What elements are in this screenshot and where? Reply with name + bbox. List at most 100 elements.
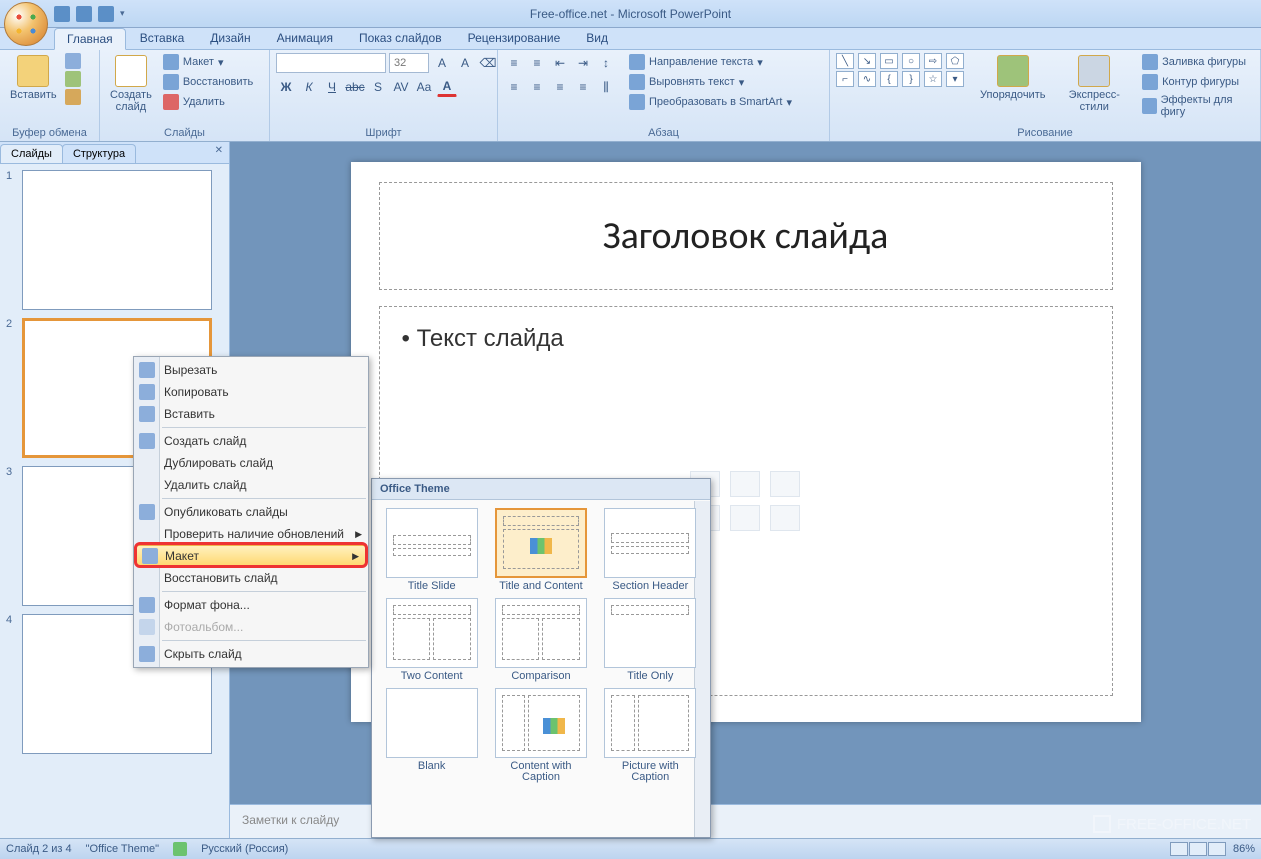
strike-button[interactable]: abc: [345, 77, 365, 97]
tab-design[interactable]: Дизайн: [198, 28, 262, 49]
insert-clipart-icon[interactable]: [730, 505, 760, 531]
normal-view-button[interactable]: [1170, 842, 1188, 856]
align-center-button[interactable]: ≡: [527, 77, 547, 97]
new-slide-button[interactable]: Создать слайд: [106, 53, 156, 115]
layout-option[interactable]: Two Content: [380, 598, 483, 682]
shadow-button[interactable]: S: [368, 77, 388, 97]
bold-button[interactable]: Ж: [276, 77, 296, 97]
clear-format-icon[interactable]: ⌫: [478, 53, 498, 73]
shapes-gallery[interactable]: ╲ ↘ ▭ ○ ⇨ ⬠ ⌐ ∿ { } ☆ ▾: [836, 53, 966, 87]
layout-option[interactable]: Comparison: [489, 598, 592, 682]
underline-button[interactable]: Ч: [322, 77, 342, 97]
save-icon[interactable]: [54, 6, 70, 22]
cut-icon[interactable]: [65, 53, 81, 69]
panel-close-icon[interactable]: ✕: [215, 145, 223, 156]
redo-icon[interactable]: [98, 6, 114, 22]
arrange-button[interactable]: Упорядочить: [976, 53, 1049, 103]
menu-hide-slide[interactable]: Скрыть слайд: [134, 643, 368, 665]
shrink-font-icon[interactable]: A: [455, 53, 475, 73]
menu-layout[interactable]: Макет▶: [136, 545, 366, 567]
shape-more-icon[interactable]: ⬠: [946, 53, 964, 69]
spellcheck-icon[interactable]: [173, 842, 187, 856]
zoom-level[interactable]: 86%: [1233, 843, 1255, 855]
shape-curve-icon[interactable]: ∿: [858, 71, 876, 87]
menu-duplicate[interactable]: Дублировать слайд: [134, 452, 368, 474]
tab-slideshow[interactable]: Показ слайдов: [347, 28, 454, 49]
char-spacing-button[interactable]: AV: [391, 77, 411, 97]
tab-insert[interactable]: Вставка: [128, 28, 197, 49]
office-button[interactable]: [4, 2, 48, 46]
format-painter-icon[interactable]: [65, 89, 81, 105]
insert-media-icon[interactable]: [770, 505, 800, 531]
italic-button[interactable]: К: [299, 77, 319, 97]
columns-button[interactable]: ⫼: [596, 77, 616, 97]
title-placeholder[interactable]: Заголовок слайда: [379, 182, 1113, 290]
shape-arrow-icon[interactable]: ↘: [858, 53, 876, 69]
justify-button[interactable]: ≡: [573, 77, 593, 97]
menu-publish[interactable]: Опубликовать слайды: [134, 501, 368, 523]
align-right-button[interactable]: ≡: [550, 77, 570, 97]
slides-tab[interactable]: Слайды: [0, 144, 63, 163]
font-size-dropdown[interactable]: 32: [389, 53, 429, 73]
shape-brace-icon[interactable]: {: [880, 71, 898, 87]
outline-tab[interactable]: Структура: [62, 144, 136, 163]
font-color-button[interactable]: A: [437, 77, 457, 97]
shape-fill-button[interactable]: Заливка фигуры: [1139, 53, 1254, 71]
slideshow-view-button[interactable]: [1208, 842, 1226, 856]
scrollbar[interactable]: [694, 501, 710, 837]
language[interactable]: Русский (Россия): [201, 843, 288, 855]
layout-option[interactable]: Title and Content: [489, 508, 592, 592]
tab-view[interactable]: Вид: [574, 28, 620, 49]
layout-option[interactable]: Picture with Caption: [599, 688, 702, 783]
layout-option[interactable]: Title Only: [599, 598, 702, 682]
menu-paste[interactable]: Вставить: [134, 403, 368, 425]
reset-button[interactable]: Восстановить: [160, 73, 256, 91]
shape-rect-icon[interactable]: ▭: [880, 53, 898, 69]
menu-delete-slide[interactable]: Удалить слайд: [134, 474, 368, 496]
text-direction-button[interactable]: Направление текста ▾: [626, 53, 795, 71]
quick-styles-button[interactable]: Экспресс-стили: [1053, 53, 1135, 115]
menu-check-updates[interactable]: Проверить наличие обновлений▶: [134, 523, 368, 545]
copy-icon[interactable]: [65, 71, 81, 87]
layout-option[interactable]: Section Header: [599, 508, 702, 592]
shape-dropdown-icon[interactable]: ▾: [946, 71, 964, 87]
tab-home[interactable]: Главная: [54, 28, 126, 50]
delete-button[interactable]: Удалить: [160, 93, 256, 111]
layout-button[interactable]: Макет ▾: [160, 53, 256, 71]
smartart-button[interactable]: Преобразовать в SmartArt ▾: [626, 93, 795, 111]
layout-option[interactable]: Blank: [380, 688, 483, 783]
tab-animation[interactable]: Анимация: [265, 28, 345, 49]
numbering-button[interactable]: ≡: [527, 53, 547, 73]
undo-icon[interactable]: [76, 6, 92, 22]
font-family-dropdown[interactable]: [276, 53, 386, 73]
line-spacing-button[interactable]: ↕: [596, 53, 616, 73]
sorter-view-button[interactable]: [1189, 842, 1207, 856]
layout-option[interactable]: Title Slide: [380, 508, 483, 592]
menu-new-slide[interactable]: Создать слайд: [134, 430, 368, 452]
shape-brace2-icon[interactable]: }: [902, 71, 920, 87]
menu-format-bg[interactable]: Формат фона...: [134, 594, 368, 616]
shape-oval-icon[interactable]: ○: [902, 53, 920, 69]
shape-connector-icon[interactable]: ⌐: [836, 71, 854, 87]
layout-option[interactable]: Content with Caption: [489, 688, 592, 783]
paste-button[interactable]: Вставить: [6, 53, 61, 103]
shape-arrow2-icon[interactable]: ⇨: [924, 53, 942, 69]
align-text-button[interactable]: Выровнять текст ▾: [626, 73, 795, 91]
indent-button[interactable]: ⇥: [573, 53, 593, 73]
menu-cut[interactable]: Вырезать: [134, 359, 368, 381]
grow-font-icon[interactable]: A: [432, 53, 452, 73]
shape-effects-button[interactable]: Эффекты для фигу: [1139, 93, 1254, 119]
slide-thumb[interactable]: [22, 170, 212, 310]
outdent-button[interactable]: ⇤: [550, 53, 570, 73]
align-left-button[interactable]: ≡: [504, 77, 524, 97]
shape-line-icon[interactable]: ╲: [836, 53, 854, 69]
menu-copy[interactable]: Копировать: [134, 381, 368, 403]
qat-dropdown-icon[interactable]: ▾: [120, 8, 125, 19]
tab-review[interactable]: Рецензирование: [456, 28, 573, 49]
insert-smartart-icon[interactable]: [770, 471, 800, 497]
bullets-button[interactable]: ≡: [504, 53, 524, 73]
shape-outline-button[interactable]: Контур фигуры: [1139, 73, 1254, 91]
insert-chart-icon[interactable]: [730, 471, 760, 497]
shape-star-icon[interactable]: ☆: [924, 71, 942, 87]
menu-reset[interactable]: Восстановить слайд: [134, 567, 368, 589]
